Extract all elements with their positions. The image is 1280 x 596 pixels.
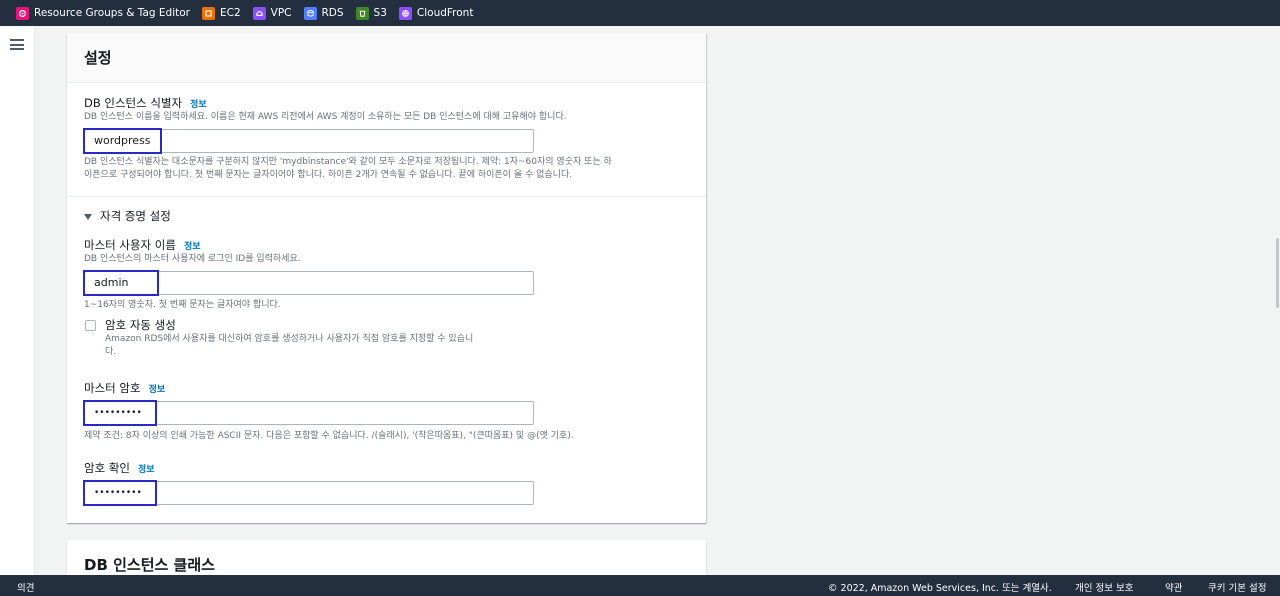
master-username-value: admin (94, 276, 129, 289)
copyright-text: © 2022, Amazon Web Services, Inc. 또는 계열사… (828, 583, 1052, 594)
hamburger-menu-icon[interactable] (10, 39, 24, 50)
service-shortcut-vpc[interactable]: VPC (252, 6, 292, 20)
master-password-label: 마스터 암호 (84, 381, 141, 395)
credentials-section-toggle[interactable]: 자격 증명 설정 (84, 208, 171, 224)
service-shortcut-label: S3 (373, 7, 387, 19)
side-navigation (0, 26, 35, 575)
master-password-label-row: 마스터 암호 정보 (84, 380, 165, 396)
section-divider (67, 196, 706, 197)
confirm-password-label: 암호 확인 (84, 461, 130, 475)
service-shortcut-rds[interactable]: RDS (303, 6, 344, 20)
confirm-password-input[interactable] (84, 481, 534, 505)
privacy-link[interactable]: 개인 정보 보호 (1075, 580, 1133, 594)
settings-title: 설정 (84, 49, 112, 67)
auto-password-checkbox[interactable] (85, 320, 96, 331)
service-shortcut-label: VPC (270, 7, 292, 19)
instance-id-input[interactable] (84, 129, 534, 153)
master-password-info-link[interactable]: 정보 (149, 385, 166, 395)
confirm-password-value: ••••••••• (94, 488, 142, 498)
master-username-input[interactable] (84, 271, 534, 295)
page-scrollbar[interactable] (1270, 26, 1280, 575)
settings-panel: 설정 DB 인스턴스 식별자 정보 DB 인스턴스 이름을 입력하세요. 이름은 … (67, 33, 706, 523)
service-shortcut-label: RDS (321, 7, 344, 19)
scrollbar-thumb[interactable] (1276, 238, 1279, 308)
master-username-constraint: 1~16자의 영숫자. 첫 번째 문자는 글자여야 합니다. (84, 300, 281, 310)
rds-icon (303, 6, 317, 20)
service-shortcut-label: Resource Groups & Tag Editor (34, 7, 190, 19)
service-shortcut-resource-groups[interactable]: Resource Groups & Tag Editor (16, 6, 190, 20)
instance-id-constraint-line-1: DB 인스턴스 식별자는 대소문자를 구분하지 않지만 'mydbinstanc… (84, 157, 612, 167)
service-shortcut-cloudfront[interactable]: CloudFront (398, 6, 474, 20)
master-username-label: 마스터 사용자 이름 (84, 238, 176, 252)
master-username-label-row: 마스터 사용자 이름 정보 (84, 237, 201, 253)
instance-id-value: wordpress (94, 134, 151, 147)
instance-id-label-row: DB 인스턴스 식별자 정보 (84, 95, 207, 111)
resource-groups-icon (16, 6, 29, 20)
terms-link[interactable]: 약관 (1165, 580, 1182, 594)
cookie-preferences-link[interactable]: 쿠키 기본 설정 (1208, 580, 1266, 594)
confirm-password-info-link[interactable]: 정보 (138, 465, 155, 475)
instance-class-panel: DB 인스턴스 클래스 (67, 540, 706, 575)
vpc-icon (252, 6, 266, 20)
caret-down-icon (84, 213, 92, 220)
ec2-icon (201, 6, 215, 20)
service-shortcut-label: CloudFront (416, 7, 474, 19)
settings-panel-header: 설정 (67, 33, 706, 83)
master-password-constraint: 제약 조건: 8자 이상의 인쇄 가능한 ASCII 문자. 다음은 포함할 수… (84, 431, 574, 441)
master-password-input[interactable] (84, 401, 534, 425)
service-shortcut-ec2[interactable]: EC2 (201, 6, 241, 20)
cloudfront-icon (398, 6, 412, 20)
instance-id-info-link[interactable]: 정보 (190, 100, 207, 110)
main-content: 설정 DB 인스턴스 식별자 정보 DB 인스턴스 이름을 입력하세요. 이름은 … (36, 26, 1270, 575)
auto-password-label: 암호 자동 생성 (105, 318, 176, 332)
auto-password-description-line-2: 다. (105, 347, 117, 357)
instance-id-description: DB 인스턴스 이름을 입력하세요. 이름은 현재 AWS 리전에서 AWS 계… (84, 112, 567, 122)
top-navigation-bar: Resource Groups & Tag Editor EC2 VPC RDS… (0, 0, 1280, 26)
master-username-info-link[interactable]: 정보 (184, 242, 201, 252)
feedback-link[interactable]: 의견 (17, 580, 34, 594)
instance-id-constraint-line-2: 이픈으로 구성되어야 합니다. 첫 번째 문자는 글자이어야 합니다. 하이픈 … (84, 170, 573, 180)
master-username-description: DB 인스턴스의 마스터 사용자에 로그인 ID를 입력하세요. (84, 254, 301, 264)
instance-class-title: DB 인스턴스 클래스 (84, 556, 215, 574)
service-shortcut-label: EC2 (219, 7, 241, 19)
s3-icon (355, 6, 369, 20)
auto-password-description-line-1: Amazon RDS에서 사용자를 대신하여 암호를 생성하거나 사용자가 직접… (105, 334, 474, 344)
credentials-section-title: 자격 증명 설정 (100, 209, 171, 223)
service-shortcut-s3[interactable]: S3 (355, 6, 387, 20)
footer: 의견 © 2022, Amazon Web Services, Inc. 또는 … (0, 575, 1280, 596)
instance-id-label: DB 인스턴스 식별자 (84, 96, 183, 110)
confirm-password-label-row: 암호 확인 정보 (84, 460, 155, 476)
master-password-value: ••••••••• (94, 408, 142, 418)
